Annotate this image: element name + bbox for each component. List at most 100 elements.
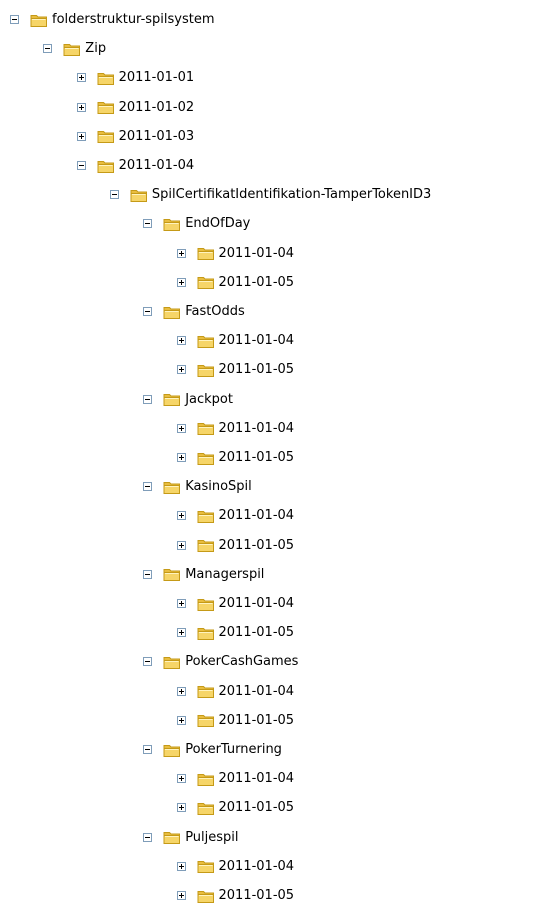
minus-box-icon[interactable] — [109, 190, 119, 200]
tree-item-label: 2011-01-04 — [118, 158, 195, 173]
plus-box-icon[interactable] — [176, 861, 186, 871]
tree-item[interactable]: Managerspil — [143, 560, 264, 589]
tree-item[interactable]: Zip — [43, 34, 106, 63]
plus-box-icon[interactable] — [176, 599, 186, 608]
tree-item[interactable]: 2011-01-04 — [176, 764, 294, 793]
tree-item[interactable]: 2011-01-04 — [176, 589, 295, 618]
plus-box-icon[interactable] — [176, 628, 186, 638]
tree-item-label: 2011-01-05 — [218, 800, 295, 816]
tree-item[interactable]: 2011-01-04 — [176, 239, 295, 268]
minus-box-icon[interactable] — [143, 832, 153, 842]
tree-item-label: Jackpot — [185, 391, 233, 407]
tree-item-label: EndOfDay — [185, 216, 251, 232]
tree-item[interactable]: PokerTurnering — [143, 735, 282, 764]
minus-box-icon[interactable] — [143, 482, 153, 492]
plus-box-icon[interactable] — [176, 511, 186, 521]
tree-item-label: 2011-01-04 — [218, 420, 295, 436]
plus-box-icon[interactable] — [176, 715, 186, 725]
folder-icon — [197, 802, 214, 815]
tree-item-label: folderstruktur-spilsystem — [52, 12, 215, 27]
folder-icon — [163, 832, 181, 845]
tree-item-label: 2011-01-02 — [118, 99, 195, 115]
tree-item[interactable]: 2011-01-01 — [76, 63, 194, 92]
folder-icon — [197, 423, 214, 436]
tree-item-label: 2011-01-05 — [218, 712, 295, 728]
tree-item[interactable]: 2011-01-05 — [176, 355, 294, 384]
folder-icon — [97, 102, 114, 115]
folder-icon — [197, 510, 214, 523]
folder-icon — [30, 14, 47, 27]
plus-box-icon[interactable] — [176, 336, 186, 346]
tree-item-label: PokerCashGames — [185, 654, 299, 670]
tree-item[interactable]: 2011-01-05 — [176, 268, 294, 297]
minus-box-icon[interactable] — [143, 219, 153, 229]
folder-icon — [197, 715, 214, 728]
minus-box-icon[interactable] — [143, 745, 153, 754]
tree-item[interactable]: Jackpot — [143, 385, 233, 414]
folder-icon — [163, 656, 181, 669]
folder-icon — [130, 189, 147, 202]
tree-item-label: 2011-01-05 — [218, 537, 295, 553]
folder-tree: folderstruktur-spilsystem Zip 2011-01-01 20… — [0, 0, 536, 916]
plus-box-icon[interactable] — [176, 774, 186, 784]
plus-box-icon[interactable] — [76, 102, 86, 112]
plus-box-icon[interactable] — [176, 686, 186, 696]
minus-box-icon[interactable] — [143, 569, 153, 579]
tree-item-label: 2011-01-04 — [218, 508, 295, 524]
folder-icon — [197, 598, 214, 611]
minus-box-icon[interactable] — [43, 44, 53, 54]
tree-item[interactable]: PokerCashGames — [143, 647, 298, 676]
tree-item[interactable]: 2011-01-04 — [76, 151, 195, 180]
tree-item[interactable]: 2011-01-05 — [176, 618, 294, 647]
tree-item[interactable]: 2011-01-05 — [176, 443, 294, 472]
folder-icon — [197, 277, 214, 290]
tree-item[interactable]: 2011-01-04 — [176, 852, 294, 881]
plus-box-icon[interactable] — [176, 277, 186, 287]
minus-box-icon[interactable] — [76, 161, 86, 170]
plus-box-icon[interactable] — [176, 453, 186, 462]
plus-box-icon[interactable] — [176, 540, 186, 550]
tree-item[interactable]: 2011-01-05 — [176, 706, 295, 735]
tree-item[interactable]: 2011-01-04 — [176, 677, 295, 706]
plus-box-icon[interactable] — [176, 248, 186, 258]
minus-box-icon[interactable] — [143, 394, 153, 404]
plus-box-icon[interactable] — [76, 73, 86, 83]
folder-icon — [197, 627, 214, 640]
tree-item[interactable]: 2011-01-05 — [176, 531, 295, 560]
folder-icon — [163, 306, 181, 319]
tree-item[interactable]: 2011-01-05 — [176, 881, 294, 910]
minus-box-icon[interactable] — [143, 307, 153, 316]
tree-item[interactable]: 2011-01-04 — [176, 326, 295, 355]
plus-box-icon[interactable] — [176, 365, 186, 375]
tree-item[interactable]: 2011-01-04 — [176, 414, 295, 443]
folder-icon — [63, 43, 81, 56]
tree-item[interactable]: FastOdds — [143, 297, 245, 326]
plus-box-icon[interactable] — [176, 891, 186, 900]
tree-item[interactable]: SpilCertifikatIdentifikation-TamperToken… — [109, 180, 431, 209]
folder-icon — [163, 481, 181, 494]
tree-item[interactable]: EndOfDay — [143, 209, 250, 238]
tree-item[interactable]: folderstruktur-spilsystem — [10, 5, 215, 34]
tree-item-label: 2011-01-04 — [218, 596, 295, 611]
tree-item-label: PokerTurnering — [185, 742, 282, 757]
minus-box-icon[interactable] — [143, 657, 153, 667]
plus-box-icon[interactable] — [76, 131, 86, 141]
plus-box-icon[interactable] — [176, 803, 186, 813]
plus-box-icon[interactable] — [176, 423, 186, 433]
tree-item[interactable]: Puljespil — [143, 823, 239, 852]
tree-item-label: 2011-01-04 — [218, 333, 295, 349]
folder-icon — [197, 364, 214, 377]
tree-item[interactable]: 2011-01-04 — [176, 501, 295, 530]
folder-icon — [97, 160, 114, 173]
folder-icon — [197, 540, 214, 553]
minus-box-icon[interactable] — [10, 15, 19, 24]
folder-icon — [197, 335, 214, 348]
tree-item[interactable]: 2011-01-02 — [76, 93, 195, 122]
tree-item[interactable]: 2011-01-05 — [176, 793, 295, 822]
tree-item[interactable]: 2011-01-03 — [76, 122, 194, 151]
folder-icon — [163, 569, 181, 582]
tree-item-label: 2011-01-04 — [218, 245, 295, 261]
tree-item[interactable]: KasinoSpil — [143, 472, 252, 501]
folder-icon — [197, 890, 214, 903]
tree-item-label: 2011-01-04 — [218, 683, 295, 699]
